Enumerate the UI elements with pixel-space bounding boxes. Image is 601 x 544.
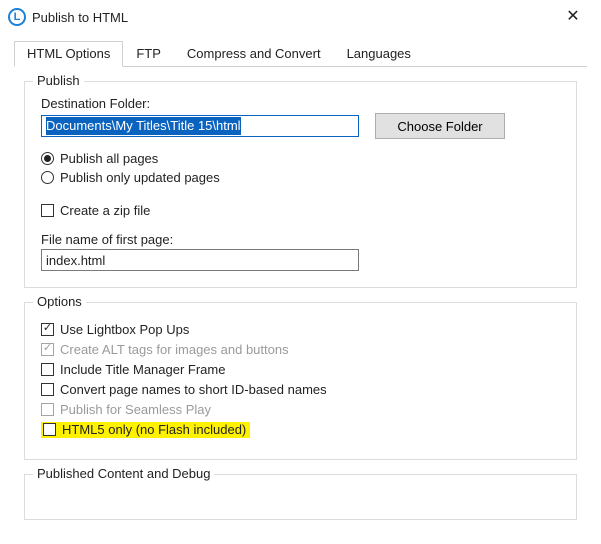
checkbox-seamless: Publish for Seamless Play: [41, 402, 560, 417]
tab-bar: HTML Options FTP Compress and Convert La…: [14, 40, 587, 67]
choose-folder-button[interactable]: Choose Folder: [375, 113, 505, 139]
checkbox-html5-only-label: HTML5 only (no Flash included): [62, 422, 246, 437]
checkbox-html5-only[interactable]: HTML5 only (no Flash included): [41, 422, 560, 438]
radio-publish-updated[interactable]: Publish only updated pages: [41, 170, 560, 185]
highlight-marker: HTML5 only (no Flash included): [41, 422, 250, 438]
checkbox-icon: [43, 423, 56, 436]
checkbox-icon: [41, 343, 54, 356]
radio-publish-all[interactable]: Publish all pages: [41, 151, 560, 166]
titlebar: L Publish to HTML ✕: [0, 0, 601, 34]
checkbox-create-zip[interactable]: Create a zip file: [41, 203, 560, 218]
checkbox-icon: [41, 403, 54, 416]
checkbox-icon: [41, 204, 54, 217]
checkbox-short-id-label: Convert page names to short ID-based nam…: [60, 382, 327, 397]
checkbox-short-id[interactable]: Convert page names to short ID-based nam…: [41, 382, 560, 397]
tab-ftp[interactable]: FTP: [123, 41, 174, 67]
close-button[interactable]: ✕: [553, 9, 593, 25]
publish-legend: Publish: [33, 73, 84, 88]
radio-icon: [41, 171, 54, 184]
checkbox-seamless-label: Publish for Seamless Play: [60, 402, 211, 417]
checkbox-title-manager[interactable]: Include Title Manager Frame: [41, 362, 560, 377]
tab-html-options[interactable]: HTML Options: [14, 41, 123, 67]
radio-publish-updated-label: Publish only updated pages: [60, 170, 220, 185]
publish-group: Publish Destination Folder: Documents\My…: [24, 81, 577, 288]
options-legend: Options: [33, 294, 86, 309]
firstpage-input[interactable]: index.html: [41, 249, 359, 271]
checkbox-alt-tags-label: Create ALT tags for images and buttons: [60, 342, 289, 357]
firstpage-label: File name of first page:: [41, 232, 560, 247]
published-debug-group: Published Content and Debug: [24, 474, 577, 520]
published-debug-legend: Published Content and Debug: [33, 466, 214, 481]
radio-publish-all-label: Publish all pages: [60, 151, 158, 166]
tab-compress-convert[interactable]: Compress and Convert: [174, 41, 334, 67]
window-title: Publish to HTML: [26, 10, 553, 25]
checkbox-lightbox-label: Use Lightbox Pop Ups: [60, 322, 189, 337]
checkbox-create-zip-label: Create a zip file: [60, 203, 150, 218]
checkbox-icon: [41, 323, 54, 336]
checkbox-icon: [41, 363, 54, 376]
checkbox-lightbox[interactable]: Use Lightbox Pop Ups: [41, 322, 560, 337]
firstpage-value: index.html: [46, 253, 105, 268]
checkbox-title-manager-label: Include Title Manager Frame: [60, 362, 225, 377]
app-icon: L: [8, 8, 26, 26]
destination-folder-input[interactable]: Documents\My Titles\Title 15\html: [41, 115, 359, 137]
options-group: Options Use Lightbox Pop Ups Create ALT …: [24, 302, 577, 460]
checkbox-icon: [41, 383, 54, 396]
tab-languages[interactable]: Languages: [334, 41, 424, 67]
destination-folder-label: Destination Folder:: [41, 96, 560, 111]
checkbox-alt-tags: Create ALT tags for images and buttons: [41, 342, 560, 357]
radio-icon: [41, 152, 54, 165]
destination-folder-value: Documents\My Titles\Title 15\html: [46, 117, 241, 135]
